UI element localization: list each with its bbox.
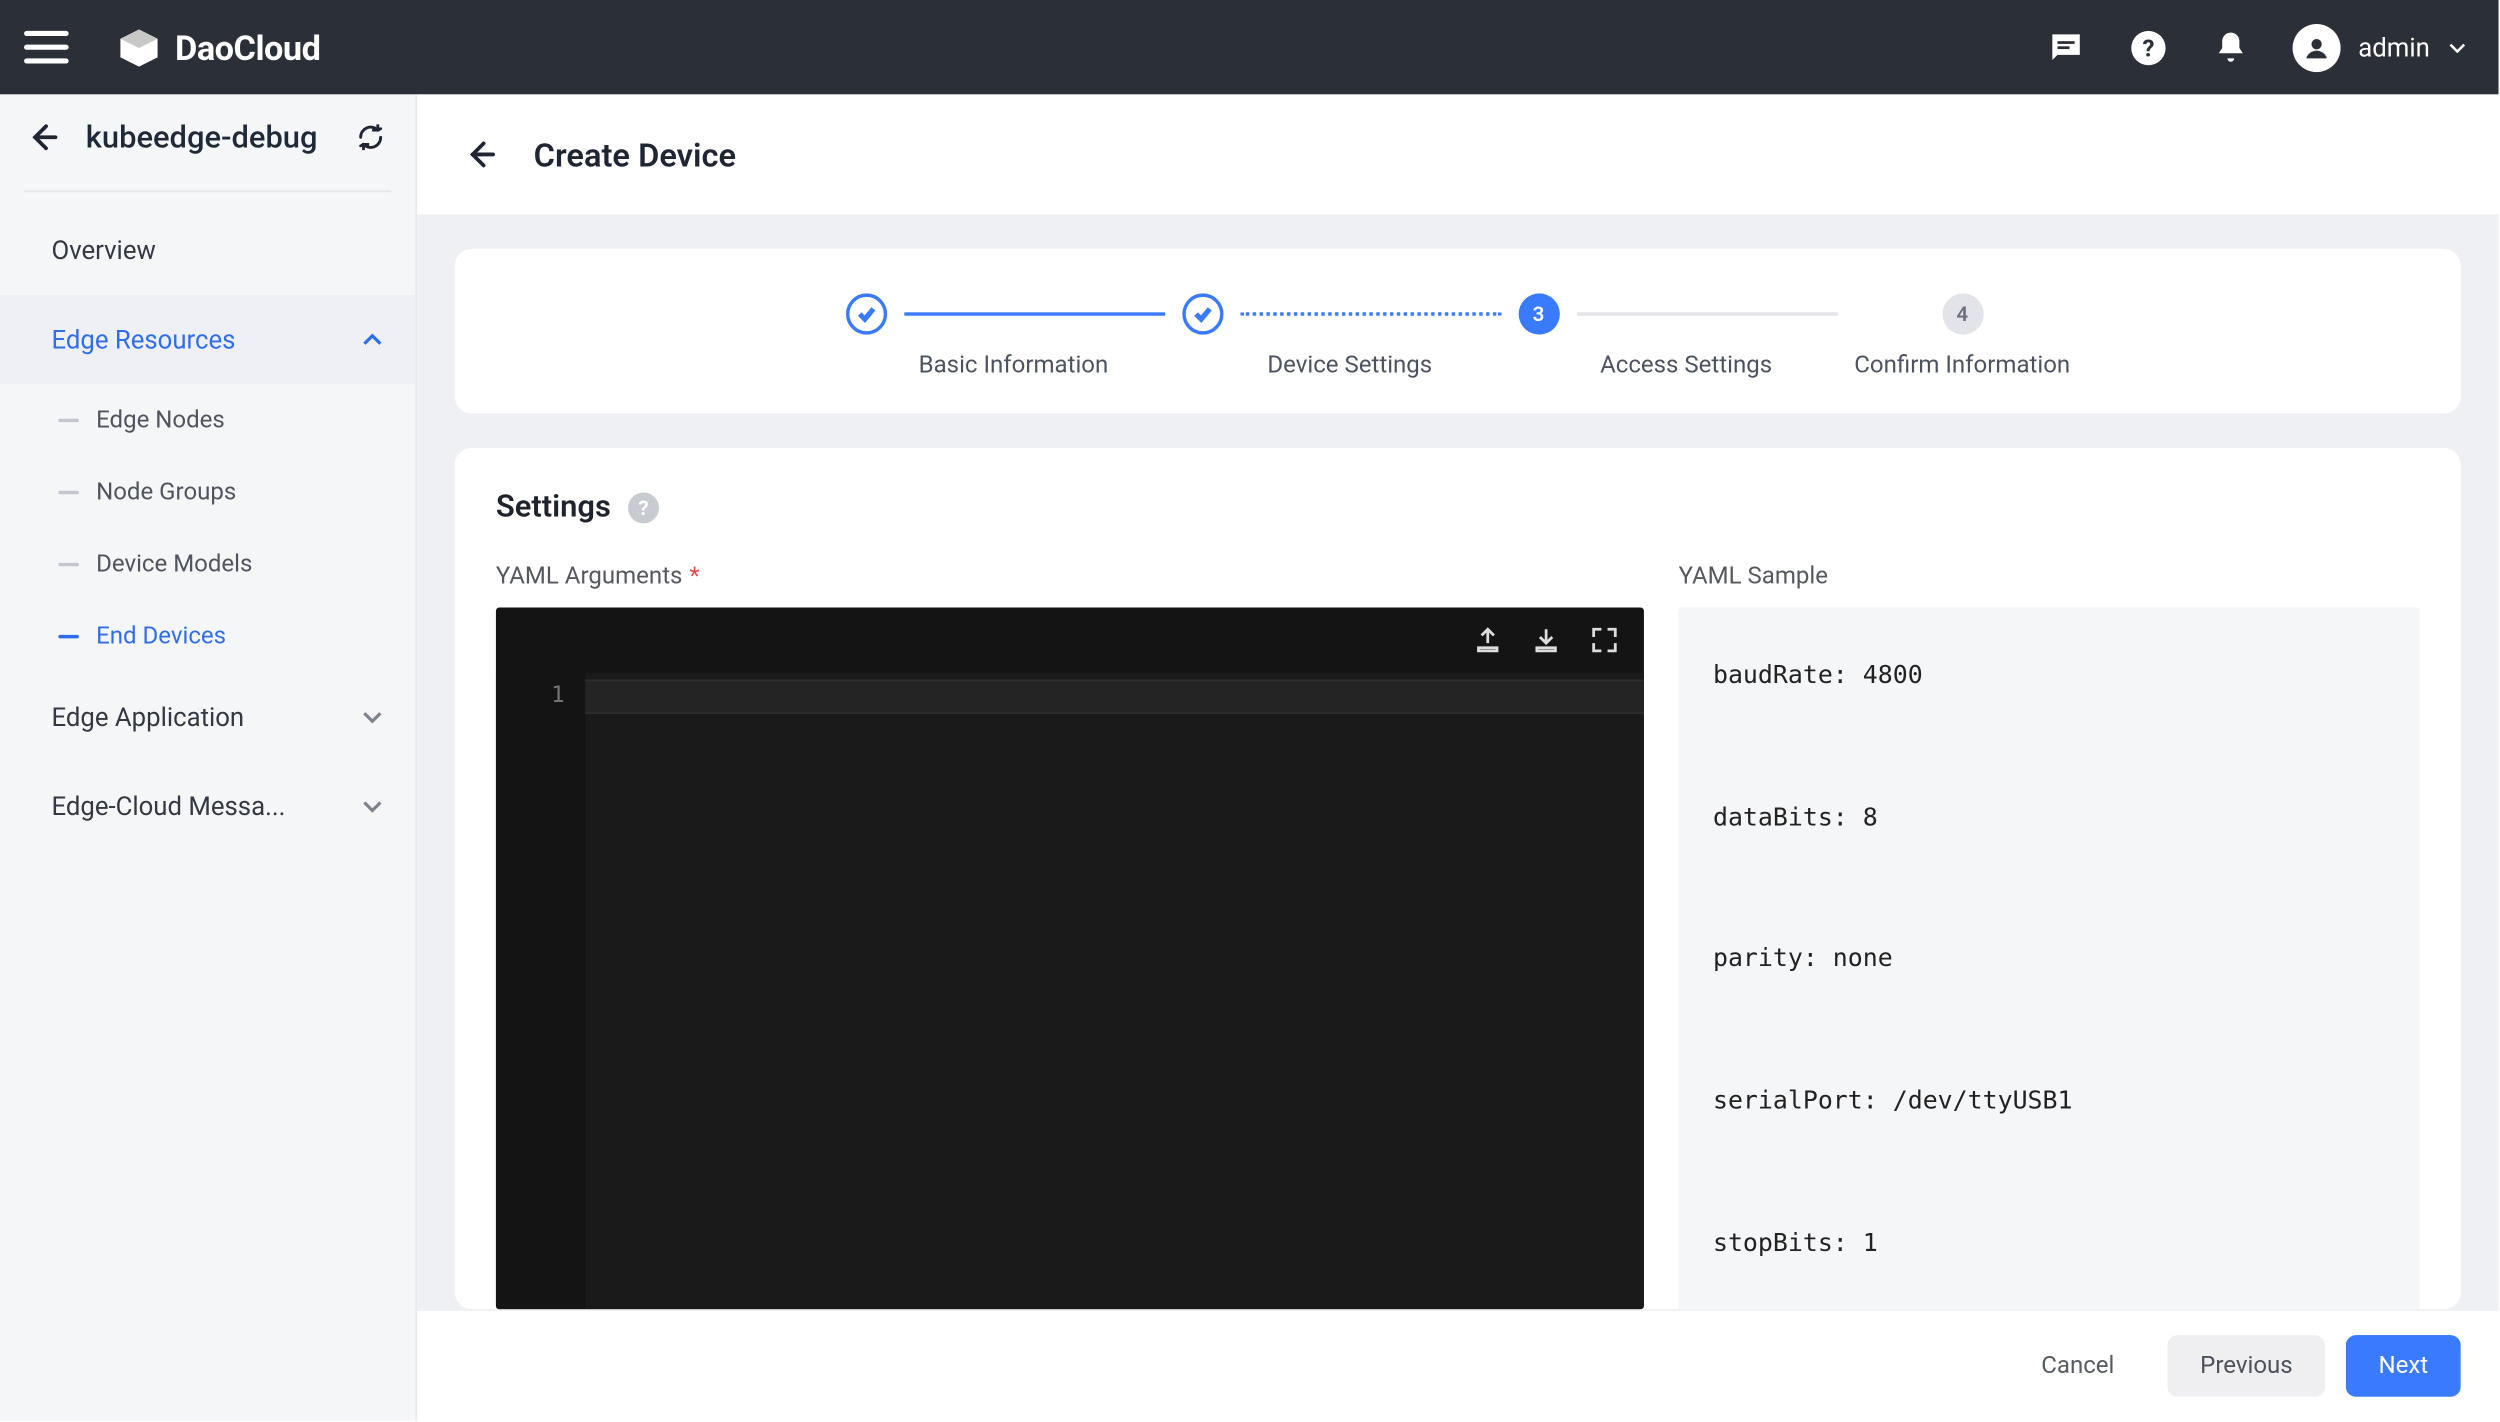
step-4-label: Confirm Information [1854,352,2070,379]
sidebar-item-node-groups[interactable]: Node Groups [0,456,415,528]
brand-name: DaoCloud [175,27,320,68]
chevron-down-icon [2447,37,2468,58]
sidebar-group-edge-application[interactable]: Edge Application [0,673,415,762]
yaml-args-label: YAML Arguments [496,563,683,590]
cancel-button[interactable]: Cancel [2009,1335,2147,1397]
user-name-label: admin [2358,32,2430,63]
refresh-button[interactable] [353,120,387,154]
user-menu[interactable]: admin [2293,23,2468,71]
sidebar-item-device-models[interactable]: Device Models [0,529,415,601]
page-title: Create Device [534,135,736,174]
step-2-indicator [1182,293,1223,334]
editor-gutter: 1 [496,673,585,1310]
sidebar-group-edge-resources[interactable]: Edge Resources [0,295,415,384]
brand-logo[interactable]: DaoCloud [117,25,321,70]
hamburger-menu-button[interactable] [24,25,69,70]
expand-icon[interactable] [1589,625,1620,656]
sidebar-item-edge-nodes[interactable]: Edge Nodes [0,384,415,456]
message-icon[interactable] [2046,27,2087,68]
step-3-indicator: 3 [1518,293,1559,334]
step-1-indicator [845,293,886,334]
help-icon[interactable]: ? [628,492,659,523]
previous-button[interactable]: Previous [2168,1335,2326,1397]
chevron-down-icon [360,705,384,729]
step-1-label: Basic Information [919,352,1109,379]
upload-icon[interactable] [1473,625,1504,656]
yaml-sample-box: baudRate: 4800 dataBits: 8 parity: none … [1679,607,2420,1309]
chevron-up-icon [360,328,384,352]
required-asterisk: * [689,563,699,590]
stepper: Basic Information Device Settings 3 [455,249,2461,414]
footer: Cancel Previous Next [417,1309,2499,1421]
context-name: kubeedge-debug [86,119,330,155]
yaml-editor[interactable]: 1 [496,607,1644,1309]
chevron-down-icon [360,795,384,819]
page-back-button[interactable] [462,136,500,174]
section-title: Settings [496,489,611,525]
divider [24,190,391,192]
sidebar-group-edge-cloud-message[interactable]: Edge-Cloud Messa... [0,762,415,851]
help-icon[interactable]: ? [2128,27,2169,68]
download-icon[interactable] [1531,625,1562,656]
bell-icon[interactable] [2211,27,2252,68]
step-4-indicator: 4 [1942,293,1983,334]
step-2-label: Device Settings [1267,352,1432,379]
editor-content[interactable] [585,673,1644,1310]
sidebar-item-end-devices[interactable]: End Devices [0,601,415,673]
next-button[interactable]: Next [2346,1335,2461,1397]
context-back-button[interactable] [24,118,62,156]
avatar-icon [2293,23,2341,71]
step-3-label: Access Settings [1600,352,1772,379]
brand-mark-icon [117,25,162,70]
svg-text:?: ? [2143,34,2155,62]
yaml-sample-label: YAML Sample [1679,563,1828,590]
sidebar-item-overview[interactable]: Overview [0,206,415,295]
